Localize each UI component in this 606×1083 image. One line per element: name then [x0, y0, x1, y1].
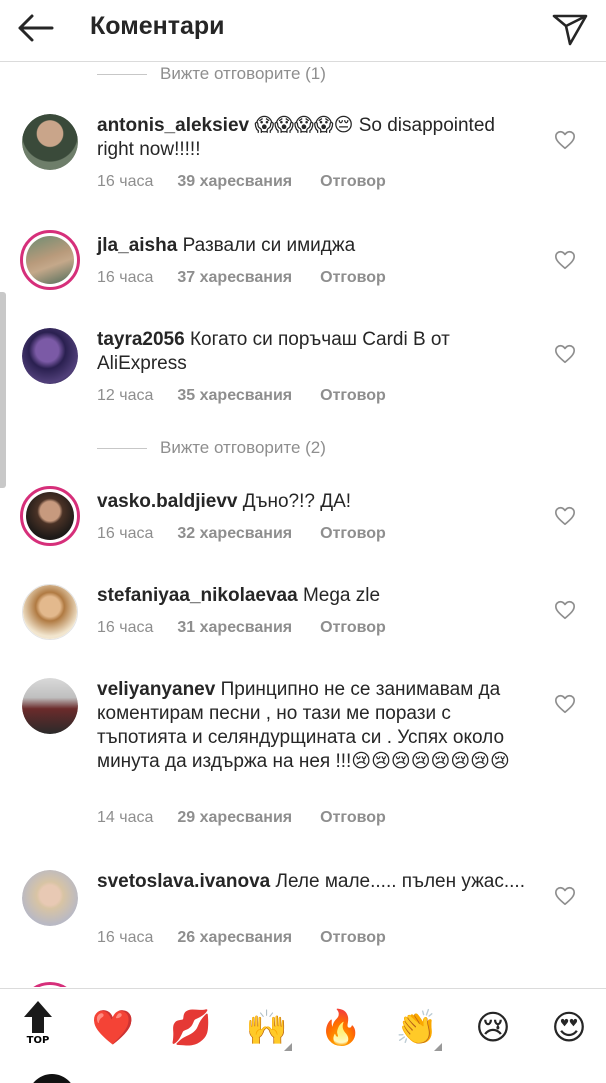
comment-time: 16 часа: [97, 619, 154, 636]
comment-text: vasko.baldjievv Дъно?!? ДА!: [97, 490, 537, 514]
comment-meta: 16 часа 31 харесвания Отговор: [97, 618, 386, 638]
comment-item: vasko.baldjievv Дъно?!? ДА! 16 часа 32 ха…: [0, 486, 606, 564]
comment-time: 16 часа: [97, 525, 154, 542]
divider: [97, 448, 147, 449]
heart-icon[interactable]: [554, 249, 576, 271]
heart-icon[interactable]: [554, 693, 576, 715]
comment-text: tayra2056 Когато си поръчаш Cardi B от A…: [97, 328, 537, 376]
comment-item: jla_aisha Развали си имиджа 16 часа 37 ха…: [0, 230, 606, 306]
reply-button[interactable]: Отговор: [320, 619, 386, 636]
emoji-raised-hands-glyph: 🙌: [245, 1009, 289, 1047]
reply-button[interactable]: Отговор: [320, 387, 386, 404]
comment-message: Развали си имиджа: [182, 235, 356, 256]
comment-time: 12 часа: [97, 387, 154, 404]
comment-text: veliyanyanev Принципно не се занимавам д…: [97, 678, 527, 774]
scrollbar-thumb[interactable]: [0, 292, 6, 488]
reply-button[interactable]: Отговор: [320, 525, 386, 542]
view-replies-label: Вижте отговорите (2): [160, 438, 326, 457]
avatar: [28, 1074, 76, 1083]
arrow-left-icon[interactable]: [14, 8, 58, 48]
comment-message: Дъно?!? ДА!: [242, 491, 352, 512]
avatar[interactable]: [22, 328, 78, 384]
emoji-kiss-button[interactable]: 💋: [166, 1003, 216, 1053]
emoji-heart-button[interactable]: ❤️: [88, 1003, 138, 1053]
likes-count[interactable]: 31 харесвания: [177, 619, 292, 636]
likes-count[interactable]: 29 харесвания: [177, 809, 292, 826]
comment-username[interactable]: tayra2056: [97, 329, 185, 350]
comment-text: stefaniyaa_nikolaevaa Mega zle: [97, 584, 537, 608]
avatar[interactable]: [22, 114, 78, 170]
variant-indicator-icon: [434, 1043, 442, 1051]
comment-meta: 16 часа 39 харесвания Отговор: [97, 172, 386, 192]
emoji-clap-button[interactable]: 👏: [392, 1003, 442, 1053]
heart-icon[interactable]: [554, 505, 576, 527]
comment-time: 16 часа: [97, 269, 154, 286]
scroll-to-top-button[interactable]: TOP: [18, 999, 58, 1055]
bottom-edge: [0, 1066, 606, 1083]
comment-item: svetoslava.ivanova Леле мале..... пълен …: [0, 870, 606, 962]
likes-count[interactable]: 26 харесвания: [177, 929, 292, 946]
emoji-crying-button[interactable]: 😢: [468, 1003, 518, 1053]
likes-count[interactable]: 39 харесвания: [177, 173, 292, 190]
heart-icon[interactable]: [554, 885, 576, 907]
comment-text: svetoslava.ivanova Леле мале..... пълен …: [97, 870, 537, 894]
comment-item: stefaniyaa_nikolaevaa Mega zle 16 часа 31…: [0, 584, 606, 660]
top-bar: Коментари: [0, 0, 606, 62]
arrow-up-icon: [24, 1001, 52, 1033]
comment-text: jla_aisha Развали си имиджа: [97, 234, 537, 258]
avatar[interactable]: [20, 230, 80, 290]
heart-icon[interactable]: [554, 599, 576, 621]
comment-meta: 16 часа 37 харесвания Отговор: [97, 268, 386, 288]
heart-icon[interactable]: [554, 343, 576, 365]
avatar[interactable]: [22, 584, 78, 640]
comment-item: tayra2056 Когато си поръчаш Cardi B от A…: [0, 328, 606, 428]
divider: [97, 74, 147, 75]
heart-icon[interactable]: [554, 129, 576, 151]
paper-plane-icon[interactable]: [550, 8, 590, 48]
avatar[interactable]: [22, 678, 78, 734]
comment-username[interactable]: stefaniyaa_nikolaevaa: [97, 585, 298, 606]
reply-button[interactable]: Отговор: [320, 173, 386, 190]
comment-message: Леле мале..... пълен ужас....: [275, 871, 526, 892]
view-replies-label: Вижте отговорите (1): [160, 64, 326, 83]
comments-list[interactable]: Вижте отговорите (1) antonis_aleksiev 😱😱…: [0, 62, 606, 987]
avatar[interactable]: [20, 982, 80, 987]
comment-username[interactable]: jla_aisha: [97, 235, 177, 256]
comment-username[interactable]: vasko.baldjievv: [97, 491, 237, 512]
comment-time: 14 часа: [97, 809, 154, 826]
avatar[interactable]: [22, 870, 78, 926]
reply-button[interactable]: Отговор: [320, 809, 386, 826]
likes-count[interactable]: 35 харесвания: [177, 387, 292, 404]
view-replies-link[interactable]: Вижте отговорите (1): [0, 62, 606, 86]
comment-username[interactable]: svetoslava.ivanova: [97, 871, 270, 892]
comment-username[interactable]: antonis_aleksiev: [97, 115, 249, 136]
comment-item: veliyanyanev Принципно не се занимавам д…: [0, 678, 606, 838]
emoji-clap-glyph: 👏: [395, 1009, 439, 1047]
comment-username[interactable]: veliyanyanev: [97, 679, 215, 700]
comment-meta: 14 часа 29 харесвания Отговор: [97, 808, 386, 828]
likes-count[interactable]: 37 харесвания: [177, 269, 292, 286]
page-title: Коментари: [90, 12, 225, 40]
variant-indicator-icon: [284, 1043, 292, 1051]
emoji-fire-button[interactable]: 🔥: [316, 1003, 366, 1053]
comment-time: 16 часа: [97, 929, 154, 946]
top-label: TOP: [26, 1035, 50, 1046]
comment-text: antonis_aleksiev 😱😱😱😱😔 So disappointed r…: [97, 114, 537, 162]
comment-meta: 16 часа 32 харесвания Отговор: [97, 524, 386, 544]
reply-button[interactable]: Отговор: [320, 269, 386, 286]
reply-button[interactable]: Отговор: [320, 929, 386, 946]
emoji-quick-bar: TOP ❤️ 💋 🙌 🔥 👏 😢 😍: [0, 988, 606, 1066]
likes-count[interactable]: 32 харесвания: [177, 525, 292, 542]
avatar[interactable]: [20, 486, 80, 546]
emoji-heart-eyes-button[interactable]: 😍: [544, 1003, 594, 1053]
comment-meta: 12 часа 35 харесвания Отговор: [97, 386, 386, 406]
view-replies-link[interactable]: Вижте отговорите (2): [0, 436, 606, 460]
comment-message: Mega zle: [302, 585, 381, 606]
comment-item: antonis_aleksiev 😱😱😱😱😔 So disappointed r…: [0, 114, 606, 206]
comment-meta: 16 часа 26 харесвания Отговор: [97, 928, 386, 948]
emoji-raised-hands-button[interactable]: 🙌: [242, 1003, 292, 1053]
comment-time: 16 часа: [97, 173, 154, 190]
